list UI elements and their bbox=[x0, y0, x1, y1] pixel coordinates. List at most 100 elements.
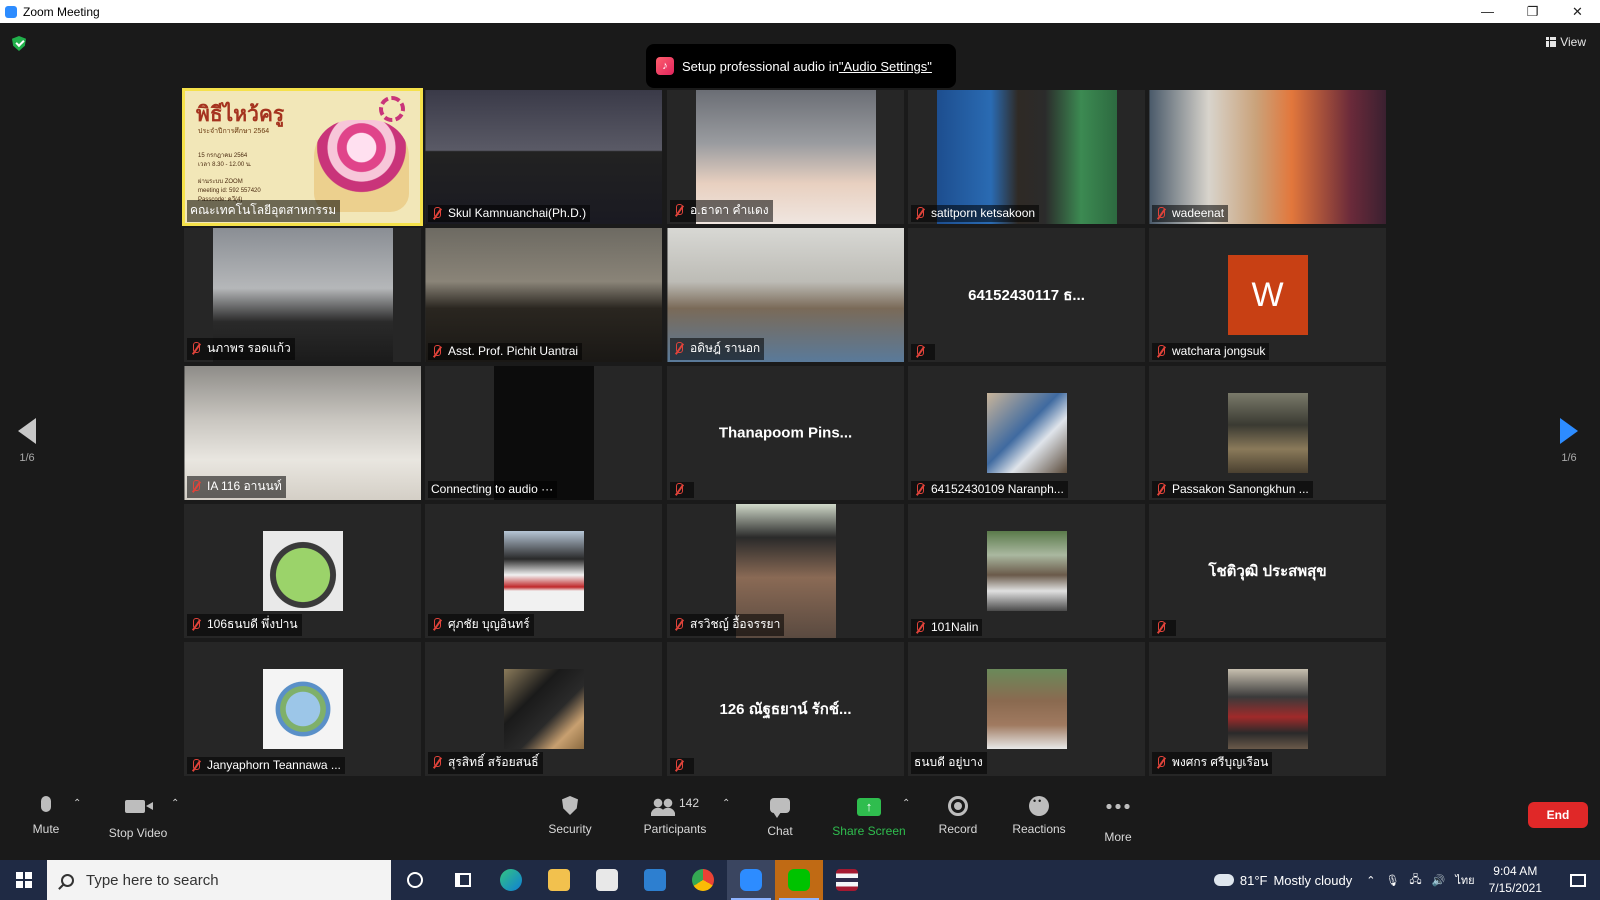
taskbar-app-explorer[interactable] bbox=[535, 860, 583, 900]
video-tile[interactable]: 101Nalin bbox=[908, 504, 1145, 638]
video-tile[interactable]: Connecting to audio ··· bbox=[425, 366, 662, 500]
participant-name: Janyaphorn Teannawa ... bbox=[207, 758, 341, 772]
muted-mic-icon bbox=[1155, 756, 1167, 769]
end-meeting-button[interactable]: End bbox=[1528, 802, 1588, 828]
participant-name: 101Nalin bbox=[931, 620, 979, 634]
video-tile[interactable]: สรวิชญ์ อื้อจรรยา bbox=[667, 504, 904, 638]
video-tile[interactable]: 64152430109 Naranph... bbox=[908, 366, 1145, 500]
window-title: Zoom Meeting bbox=[23, 4, 100, 19]
video-tile[interactable]: Janyaphorn Teannawa ... bbox=[184, 642, 421, 776]
video-tile[interactable]: 64152430117 ธ... bbox=[908, 228, 1145, 362]
restore-button[interactable]: ❐ bbox=[1510, 0, 1555, 23]
video-tile[interactable]: Asst. Prof. Pichit Uantrai bbox=[425, 228, 662, 362]
participant-name-label: สุรสิทธิ์ สร้อยสนธิ์ bbox=[428, 752, 543, 774]
muted-mic-icon bbox=[190, 342, 202, 355]
video-tile[interactable]: ธนบดี อยู่บาง bbox=[908, 642, 1145, 776]
edge-browser-icon bbox=[500, 869, 522, 891]
previous-page-button[interactable]: 1/6 bbox=[18, 418, 36, 464]
stop-video-button[interactable]: Stop Video bbox=[106, 796, 170, 840]
security-label: Security bbox=[548, 822, 592, 836]
notification-icon bbox=[1570, 873, 1586, 887]
encryption-shield-icon[interactable] bbox=[12, 36, 26, 51]
volume-icon[interactable]: 🔊 bbox=[1432, 874, 1446, 887]
more-button[interactable]: More bbox=[1100, 796, 1136, 844]
chevron-up-icon[interactable]: ⌃ bbox=[1366, 874, 1375, 887]
share-options-caret-icon[interactable]: ⌃ bbox=[902, 798, 910, 809]
close-button[interactable]: ✕ bbox=[1555, 0, 1600, 23]
chat-button[interactable]: Chat bbox=[760, 796, 800, 838]
cortana-circle-icon bbox=[407, 872, 423, 888]
network-icon[interactable]: 🖧 bbox=[1409, 871, 1421, 890]
participant-name: ศุภชัย บุญอินทร์ bbox=[448, 617, 530, 631]
video-tile[interactable]: IA 116 อานนท์ bbox=[184, 366, 421, 500]
video-tile[interactable]: satitporn ketsakoon bbox=[908, 90, 1145, 224]
video-tile[interactable]: W watchara jongsuk bbox=[1149, 228, 1386, 362]
arrow-right-icon bbox=[1560, 418, 1578, 444]
banner-text: Setup professional audio in bbox=[682, 58, 839, 74]
video-tile[interactable]: พงศกร ศรีบุญเรือน bbox=[1149, 642, 1386, 776]
video-tile[interactable]: นภาพร รอดแก้ว bbox=[184, 228, 421, 362]
video-camera-icon bbox=[125, 800, 153, 813]
taskbar-app-store[interactable] bbox=[583, 860, 631, 900]
record-button[interactable]: Record bbox=[935, 796, 981, 836]
record-icon bbox=[948, 796, 968, 816]
taskbar-clock[interactable]: 9:04 AM 7/15/2021 bbox=[1489, 863, 1542, 897]
view-label: View bbox=[1560, 35, 1586, 49]
video-tile[interactable]: Passakon Sanongkhun ... bbox=[1149, 366, 1386, 500]
reactions-button[interactable]: Reactions bbox=[1010, 796, 1068, 836]
taskbar-app-mail[interactable] bbox=[631, 860, 679, 900]
video-tile[interactable]: โชติวุฒิ ประสพสุข bbox=[1149, 504, 1386, 638]
video-tile[interactable]: อ.ธาดา คำแดง bbox=[667, 90, 904, 224]
next-page-button[interactable]: 1/6 bbox=[1560, 418, 1578, 464]
weather-widget[interactable]: 81°F Mostly cloudy bbox=[1209, 869, 1352, 888]
audio-options-caret-icon[interactable]: ⌃ bbox=[73, 798, 81, 809]
security-button[interactable]: Security bbox=[545, 796, 595, 836]
participant-name-label bbox=[670, 482, 694, 498]
participants-label: Participants bbox=[643, 822, 707, 836]
input-language[interactable]: ไทย bbox=[1455, 871, 1474, 889]
task-view-button[interactable] bbox=[439, 860, 487, 900]
video-tile[interactable]: Thanapoom Pins... bbox=[667, 366, 904, 500]
slide-info-date: 15 กรกฎาคม 2564 bbox=[198, 153, 248, 159]
microphone-tray-icon[interactable]: 🎙 bbox=[1385, 874, 1399, 887]
cortana-button[interactable] bbox=[391, 860, 439, 900]
participant-name-label: IA 116 อานนท์ bbox=[187, 476, 286, 498]
participant-name-label: wadeenat bbox=[1152, 205, 1229, 222]
video-tile[interactable]: Skul Kamnuanchai(Ph.D.) bbox=[425, 90, 662, 224]
video-tile[interactable]: สุรสิทธิ์ สร้อยสนธิ์ bbox=[425, 642, 662, 776]
video-tile[interactable]: อดิษฎ์ รานอก bbox=[667, 228, 904, 362]
video-tile[interactable]: 106ธนบดี พึ่งปาน bbox=[184, 504, 421, 638]
share-screen-button[interactable]: ↑ Share Screen bbox=[832, 796, 906, 838]
taskbar-app-chrome[interactable] bbox=[679, 860, 727, 900]
taskbar-app-thai-program[interactable] bbox=[823, 860, 871, 900]
video-options-caret-icon[interactable]: ⌃ bbox=[171, 798, 179, 809]
window-controls: — ❐ ✕ bbox=[1465, 0, 1600, 23]
taskbar-app-zoom[interactable] bbox=[727, 860, 775, 900]
video-tile[interactable]: ศุภชัย บุญอินทร์ bbox=[425, 504, 662, 638]
participant-display-name: Thanapoom Pins... bbox=[718, 424, 853, 442]
notifications-button[interactable] bbox=[1556, 860, 1600, 900]
taskbar-search-box[interactable]: Type here to search bbox=[47, 860, 391, 900]
microphone-icon bbox=[41, 796, 51, 812]
video-tile[interactable]: 126 ณัฐธยาน์ รักช์... bbox=[667, 642, 904, 776]
minimize-button[interactable]: — bbox=[1465, 0, 1510, 23]
muted-mic-icon bbox=[1155, 482, 1167, 496]
start-button[interactable] bbox=[0, 860, 47, 900]
video-tile[interactable]: พิธีไหว้ครู ประจำปีการศึกษา 2564 15 กรกฎ… bbox=[182, 88, 423, 226]
taskbar-app-edge[interactable] bbox=[487, 860, 535, 900]
participant-name: wadeenat bbox=[1172, 206, 1225, 220]
participants-button[interactable]: 142 Participants bbox=[642, 796, 708, 836]
audio-settings-link[interactable]: "Audio Settings" bbox=[839, 59, 932, 74]
muted-mic-icon bbox=[673, 618, 685, 631]
participant-avatar-initial: W bbox=[1227, 255, 1308, 335]
participants-caret-icon[interactable]: ⌃ bbox=[722, 798, 730, 809]
participant-name-label: Asst. Prof. Pichit Uantrai bbox=[428, 343, 583, 360]
mute-button[interactable]: Mute bbox=[26, 796, 66, 836]
participant-name: IA 116 อานนท์ bbox=[207, 479, 282, 493]
view-button[interactable]: View bbox=[1546, 35, 1586, 49]
taskbar-app-line[interactable] bbox=[775, 860, 823, 900]
muted-mic-icon bbox=[190, 480, 202, 493]
audio-settings-banner: ♪ Setup professional audio in "Audio Set… bbox=[646, 44, 956, 88]
participant-name-label: watchara jongsuk bbox=[1152, 343, 1270, 360]
video-tile[interactable]: wadeenat bbox=[1149, 90, 1386, 224]
